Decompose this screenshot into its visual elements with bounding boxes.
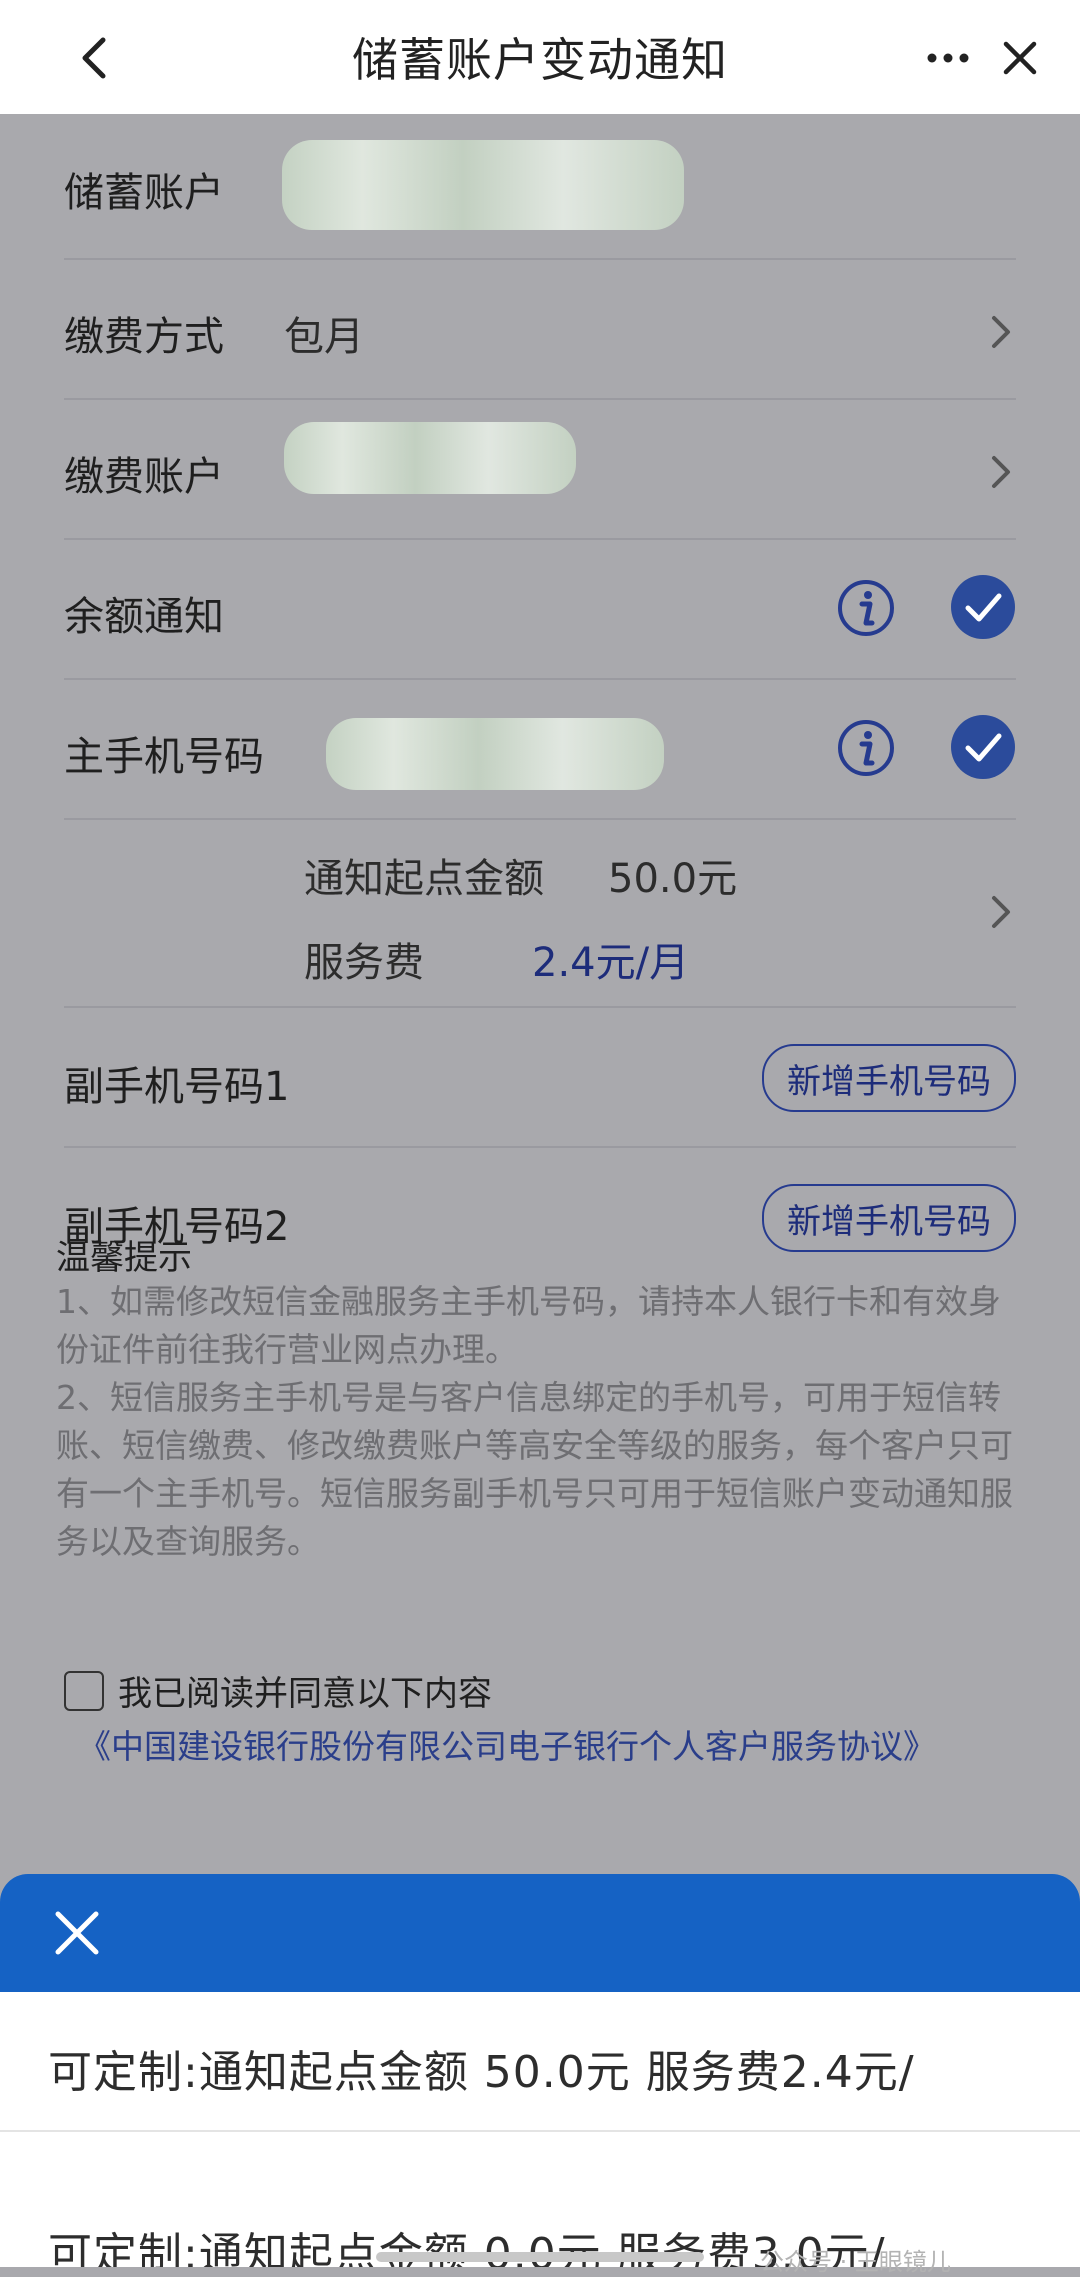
masked-account-number [282, 140, 684, 230]
tip-1: 1、如需修改短信金融服务主手机号码，请持本人银行卡和有效身份证件前往我行营业网点… [56, 1282, 1001, 1369]
add-phone-button-2[interactable]: 新增手机号码 [762, 1184, 1016, 1252]
info-icon[interactable] [836, 578, 896, 638]
tips-title: 温馨提示 [56, 1238, 192, 1278]
chevron-right-icon [992, 456, 1010, 488]
masked-payment-account [284, 422, 576, 494]
navigation-bar: 储蓄账户变动通知 [0, 0, 1080, 114]
chevron-right-icon [992, 316, 1010, 348]
sub-phone-1-label: 副手机号码1 [64, 1064, 290, 1110]
page-title: 储蓄账户变动通知 [352, 33, 728, 87]
balance-notice-row: 余额通知 [64, 538, 1016, 680]
payment-method-value: 包月 [284, 314, 364, 360]
savings-account-row: 储蓄账户 [64, 114, 1016, 260]
payment-method-row[interactable]: 缴费方式 包月 [64, 258, 1016, 400]
watermark-text: 公众号 · 王眼镜儿 [760, 2248, 951, 2276]
service-fee-value: 2.4元/月 [532, 940, 690, 986]
checkmark-icon[interactable] [950, 714, 1016, 780]
agreement-checkbox-row[interactable]: 我已阅读并同意以下内容 [64, 1666, 492, 1715]
chevron-left-icon [82, 37, 106, 79]
threshold-label: 通知起点金额 [304, 856, 544, 902]
payment-account-row[interactable]: 缴费账户 [64, 398, 1016, 540]
service-fee-label: 服务费 [304, 940, 424, 986]
add-phone-button-1[interactable]: 新增手机号码 [762, 1044, 1016, 1112]
sub-phone-1-row: 副手机号码1 新增手机号码 [64, 1006, 1016, 1148]
sheet-option-1-text: 可定制:通知起点金额 50.0元 服务费2.4元/ [48, 2047, 915, 2098]
bottom-sheet-header [0, 1874, 1080, 1992]
sub-phone-2-row: 副手机号码2 新增手机号码 [64, 1146, 1016, 1286]
more-button[interactable] [920, 30, 976, 86]
back-button[interactable] [66, 30, 122, 86]
savings-account-label: 储蓄账户 [64, 170, 224, 216]
agreement-checkbox[interactable] [64, 1670, 104, 1711]
close-icon [1003, 41, 1037, 75]
info-icon[interactable] [836, 718, 896, 778]
home-indicator[interactable] [376, 2252, 704, 2262]
payment-account-label: 缴费账户 [64, 454, 224, 500]
main-phone-row: 主手机号码 [64, 678, 1016, 820]
checkmark-icon[interactable] [950, 574, 1016, 640]
masked-phone-number [326, 718, 664, 790]
sheet-option-1[interactable]: 可定制:通知起点金额 50.0元 服务费2.4元/ [0, 1992, 1080, 2132]
tip-2: 2、短信服务主手机号是与客户信息绑定的手机号，可用于短信转账、短信缴费、修改缴费… [56, 1378, 1013, 1561]
chevron-right-icon [992, 896, 1010, 928]
tips-text: 1、如需修改短信金融服务主手机号码，请持本人银行卡和有效身份证件前往我行营业网点… [56, 1278, 1016, 1566]
close-button[interactable] [990, 28, 1050, 88]
agreement-link[interactable]: 《中国建设银行股份有限公司电子银行个人客户服务协议》 [78, 1720, 936, 1768]
balance-notice-label: 余额通知 [64, 594, 224, 640]
payment-method-label: 缴费方式 [64, 314, 224, 360]
agreement-text: 我已阅读并同意以下内容 [118, 1674, 492, 1714]
more-dots-icon [927, 53, 969, 63]
threshold-value: 50.0元 [608, 856, 738, 902]
main-phone-label: 主手机号码 [64, 734, 264, 780]
notice-settings-row[interactable]: 通知起点金额 50.0元 服务费 2.4元/月 [64, 818, 1016, 1008]
close-icon[interactable] [48, 1904, 106, 1962]
